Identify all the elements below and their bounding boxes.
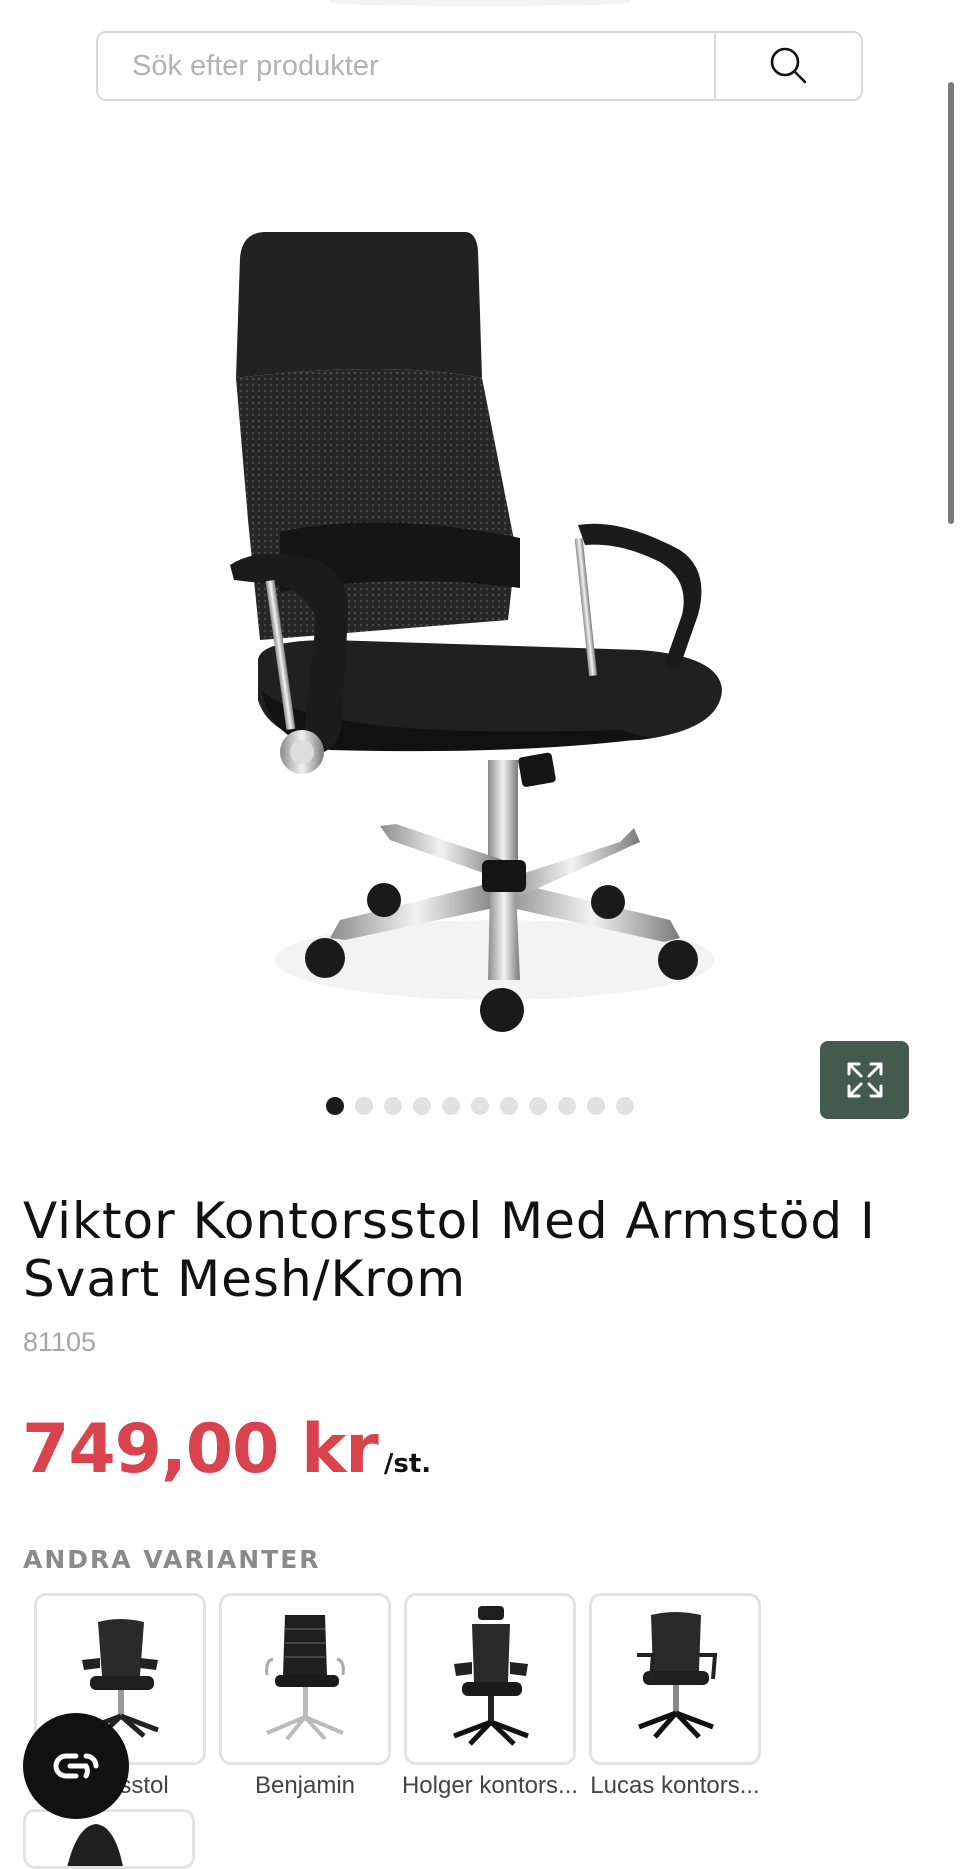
gallery-dot[interactable]: [355, 1097, 373, 1115]
price-value: 749,00 kr: [22, 1410, 379, 1489]
variant-item[interactable]: Holger kontors...: [402, 1593, 578, 1800]
gallery-dot[interactable]: [587, 1097, 605, 1115]
scrollbar[interactable]: [948, 82, 954, 524]
search-bar: [96, 31, 863, 101]
variants-list: ...torsstol Benjamin Hol: [34, 1593, 761, 1800]
variant-thumbnail[interactable]: [219, 1593, 391, 1765]
gallery-dot[interactable]: [326, 1097, 344, 1115]
variant-thumbnail[interactable]: [589, 1593, 761, 1765]
gallery-dot[interactable]: [558, 1097, 576, 1115]
gallery-dot[interactable]: [413, 1097, 431, 1115]
variant-label[interactable]: Holger kontors...: [395, 1772, 585, 1800]
chat-button[interactable]: [23, 1713, 129, 1819]
price: 749,00 kr /st.: [22, 1410, 431, 1489]
variant-label[interactable]: Lucas kontors...: [580, 1772, 770, 1800]
gallery-dot[interactable]: [500, 1097, 518, 1115]
gallery-dot[interactable]: [384, 1097, 402, 1115]
top-edge: [330, 0, 630, 6]
gallery-dot[interactable]: [616, 1097, 634, 1115]
search-button[interactable]: [714, 33, 861, 99]
product-sku: 81105: [23, 1327, 97, 1357]
gallery-dot[interactable]: [471, 1097, 489, 1115]
variant-label[interactable]: Benjamin: [210, 1772, 400, 1800]
gallery-dot[interactable]: [529, 1097, 547, 1115]
gallery-pagination: [0, 1097, 960, 1115]
variant-item[interactable]: Benjamin: [219, 1593, 391, 1800]
variant-item[interactable]: Lucas kontors...: [589, 1593, 761, 1800]
search-input[interactable]: [98, 33, 714, 99]
variants-heading: ANDRA VARIANTER: [23, 1545, 321, 1574]
expand-icon: [847, 1062, 882, 1098]
search-icon: [770, 47, 806, 84]
variant-thumbnail-partial[interactable]: [23, 1809, 195, 1869]
product-image[interactable]: [220, 220, 740, 1040]
gallery-dot[interactable]: [442, 1097, 460, 1115]
price-unit: /st.: [383, 1449, 432, 1479]
chat-icon: [53, 1753, 99, 1779]
product-title: Viktor Kontorsstol Med Armstöd I Svart M…: [23, 1192, 876, 1308]
variant-thumbnail[interactable]: [404, 1593, 576, 1765]
